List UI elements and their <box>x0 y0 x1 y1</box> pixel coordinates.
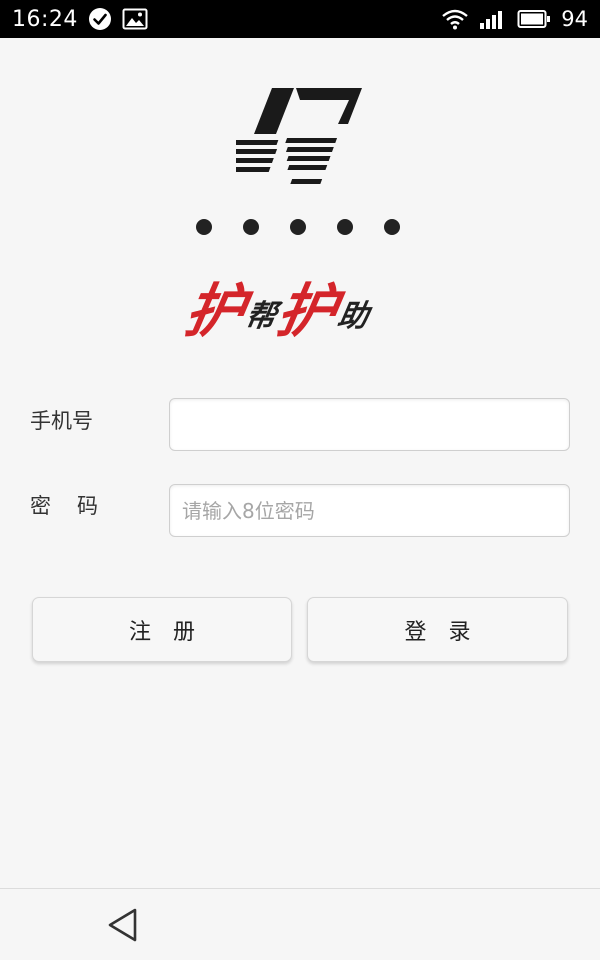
dot-icon <box>243 219 259 235</box>
phone-label: 手机号 <box>30 409 93 433</box>
status-left: 16:24 <box>12 7 148 32</box>
register-button[interactable]: 注册 <box>32 597 292 662</box>
decorative-dots <box>196 219 400 235</box>
dot-icon <box>384 219 400 235</box>
dot-icon <box>290 219 306 235</box>
brand-char-4: 助 <box>335 299 372 334</box>
battery-level: 94 <box>561 7 588 31</box>
phone-input[interactable] <box>169 398 570 451</box>
back-icon[interactable] <box>104 905 140 945</box>
image-icon <box>122 8 148 30</box>
wifi-icon <box>441 8 469 30</box>
password-label: 密码 <box>30 494 124 518</box>
status-right: 94 <box>441 7 588 31</box>
login-button[interactable]: 登录 <box>307 597 568 662</box>
check-circle-icon <box>88 7 112 31</box>
brand-char-1: 护 <box>180 277 251 345</box>
signal-icon <box>479 8 507 30</box>
login-screen: 16:24 94 护 帮 护 助 手机号 密码 请输入8位密码 注册 登录 <box>0 0 600 960</box>
brand-char-2: 帮 <box>243 299 280 334</box>
brand-name: 护 帮 护 助 <box>180 265 426 345</box>
password-input[interactable] <box>169 484 570 537</box>
status-time: 16:24 <box>12 6 78 32</box>
dot-icon <box>337 219 353 235</box>
battery-icon <box>517 9 551 29</box>
dot-icon <box>196 219 212 235</box>
app-logo <box>218 86 366 190</box>
navigation-bar <box>0 888 600 960</box>
brand-char-3: 护 <box>272 277 343 345</box>
status-bar: 16:24 94 <box>0 0 600 38</box>
